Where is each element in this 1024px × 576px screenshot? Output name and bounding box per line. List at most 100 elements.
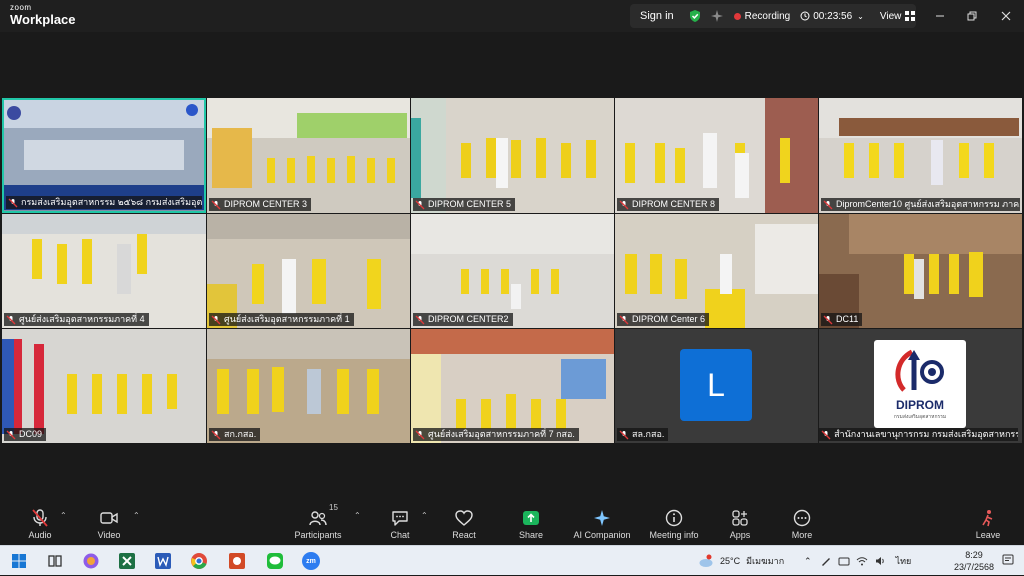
chevron-up-icon[interactable]: ⌃: [804, 556, 812, 567]
logo-line-2: Workplace: [10, 12, 76, 27]
volume-icon[interactable]: [874, 555, 886, 567]
video-button[interactable]: Video: [79, 508, 139, 542]
shield-check-icon[interactable]: [688, 9, 702, 23]
video-tile[interactable]: DIPROM CENTER 8: [615, 98, 818, 213]
mic-muted-icon: [211, 430, 221, 439]
sign-in-button[interactable]: Sign in: [630, 10, 684, 22]
more-dots-icon: [793, 509, 811, 527]
video-tile[interactable]: ศูนย์ส่งเสริมอุตสาหกรรมภาคที่ 4: [2, 214, 206, 328]
ai-companion-button[interactable]: AI Companion: [567, 508, 637, 542]
ai-sparkle-icon[interactable]: [710, 9, 724, 23]
meeting-toolbar: Audio ⌃ Video ⌃ Participants 15 ⌃ Chat ⌃…: [0, 500, 1024, 545]
share-screen-icon: [523, 511, 539, 525]
participants-label: Participants: [294, 530, 342, 540]
chat-bubble-icon: [392, 511, 408, 526]
task-view-icon[interactable]: [46, 552, 64, 570]
video-tile[interactable]: DIPROM CENTER 3: [207, 98, 410, 213]
video-feed: [411, 214, 614, 328]
view-button[interactable]: View: [880, 11, 916, 22]
close-button[interactable]: [996, 6, 1016, 26]
video-feed: [411, 329, 614, 443]
mic-muted-icon: [415, 200, 425, 209]
share-button[interactable]: Share: [501, 508, 561, 542]
video-tile[interactable]: สก.กสอ.: [207, 329, 410, 443]
clock-icon: [800, 11, 810, 21]
zoom-taskbar-label: zm: [306, 557, 316, 565]
weather-widget[interactable]: 25°C มีเมฆมาก: [698, 546, 784, 576]
timer-value: 00:23:56: [813, 10, 853, 22]
meeting-timer[interactable]: 00:23:56 ⌄: [800, 11, 864, 22]
video-options-caret-icon[interactable]: ⌃: [133, 511, 140, 520]
restore-icon: [967, 11, 977, 21]
video-label: Video: [97, 530, 121, 540]
participant-label: กรมส่งเสริมอุตสาหกรรม ๒๕๖๘ กรมส่งเสริมอุ…: [6, 196, 202, 209]
more-button[interactable]: More: [772, 508, 832, 542]
video-tile[interactable]: DIPROM CENTER 5: [411, 98, 614, 213]
apps-button[interactable]: Apps: [710, 508, 770, 542]
participant-avatar: L: [680, 349, 752, 421]
mic-muted-icon: [6, 430, 16, 439]
mic-muted-icon: [211, 200, 221, 209]
video-tile[interactable]: DIPROM CENTER2: [411, 214, 614, 328]
line-app-icon[interactable]: [266, 552, 284, 570]
pen-icon[interactable]: [820, 555, 832, 567]
participant-label: สก.กสอ.: [209, 428, 261, 441]
system-clock[interactable]: 8:29 23/7/2568: [954, 549, 994, 573]
participant-label: DIPROM CENTER 8: [617, 198, 720, 211]
video-tile[interactable]: DC09: [2, 329, 206, 443]
meeting-info-button[interactable]: Meeting info: [642, 508, 706, 542]
mic-muted-icon: [619, 430, 629, 439]
participants-options-caret-icon[interactable]: ⌃: [354, 511, 361, 520]
video-tile[interactable]: ศูนย์ส่งเสริมอุตสาหกรรมภาคที่ 7 กสอ.: [411, 329, 614, 443]
participant-name: สล.กสอ.: [632, 429, 665, 439]
video-tile[interactable]: DipromCenter10 ศูนย์ส่งเสริมอุตสาหกรรม ภ…: [819, 98, 1022, 213]
word-icon[interactable]: [154, 552, 172, 570]
heart-icon: [455, 510, 473, 526]
mic-muted-icon: [619, 315, 629, 324]
video-tile[interactable]: กรมส่งเสริมอุตสาหกรรม ๒๕๖๘ กรมส่งเสริมอุ…: [2, 98, 206, 213]
participant-name: กรมส่งเสริมอุตสาหกรรม ๒๕๖๘ กรมส่งเสริมอุ…: [21, 197, 202, 207]
clock-time: 8:29: [965, 550, 983, 560]
chat-options-caret-icon[interactable]: ⌃: [421, 511, 428, 520]
video-feed: [819, 214, 1022, 328]
minimize-icon: [936, 15, 944, 17]
video-tile[interactable]: ศูนย์ส่งเสริมอุตสาหกรรมภาคที่ 1: [207, 214, 410, 328]
powerpoint-icon[interactable]: [228, 552, 246, 570]
network-icon[interactable]: [856, 555, 868, 567]
video-feed: [207, 214, 410, 328]
video-tile[interactable]: DC11: [819, 214, 1022, 328]
notification-icon[interactable]: [1002, 554, 1014, 566]
zoom-taskbar-icon[interactable]: zm: [302, 552, 320, 570]
more-label: More: [791, 530, 813, 540]
video-tile[interactable]: L สล.กสอ.: [615, 329, 818, 443]
chrome-icon[interactable]: [190, 552, 208, 570]
react-button[interactable]: React: [434, 508, 494, 542]
participants-icon: [309, 511, 327, 526]
react-label: React: [452, 530, 476, 540]
restore-button[interactable]: [962, 6, 982, 26]
participant-name: DIPROM CENTER2: [428, 314, 509, 324]
input-language[interactable]: ไทย: [896, 554, 912, 568]
leave-button[interactable]: Leave: [958, 508, 1018, 542]
video-tile[interactable]: DIPROM กรมส่งเสริมอุตสาหกรรม สำนักงานเลข…: [819, 329, 1022, 443]
copilot-icon[interactable]: [82, 552, 100, 570]
video-tile[interactable]: DIPROM Center 6: [615, 214, 818, 328]
participant-name: DC11: [836, 314, 859, 324]
minimize-button[interactable]: [930, 6, 950, 26]
view-label: View: [879, 10, 902, 22]
recording-label: Recording: [744, 10, 791, 22]
chat-label: Chat: [390, 530, 410, 540]
video-feed: [411, 98, 614, 213]
video-feed: [2, 329, 206, 443]
recording-indicator[interactable]: Recording: [733, 10, 791, 22]
audio-options-caret-icon[interactable]: ⌃: [60, 511, 67, 520]
windows-start-icon[interactable]: [10, 552, 28, 570]
participants-button[interactable]: Participants: [288, 508, 348, 542]
participant-label: DipromCenter10 ศูนย์ส่งเสริมอุตสาหกรรม ภ…: [821, 198, 1020, 211]
excel-icon[interactable]: [118, 552, 136, 570]
keyboard-icon[interactable]: [838, 555, 850, 567]
video-feed: [207, 98, 410, 213]
participant-name: DIPROM Center 6: [632, 314, 706, 324]
chevron-down-icon: ⌄: [857, 11, 864, 21]
zoom-window: zoom Workplace Sign in Recording 00:23:5…: [0, 0, 1024, 545]
